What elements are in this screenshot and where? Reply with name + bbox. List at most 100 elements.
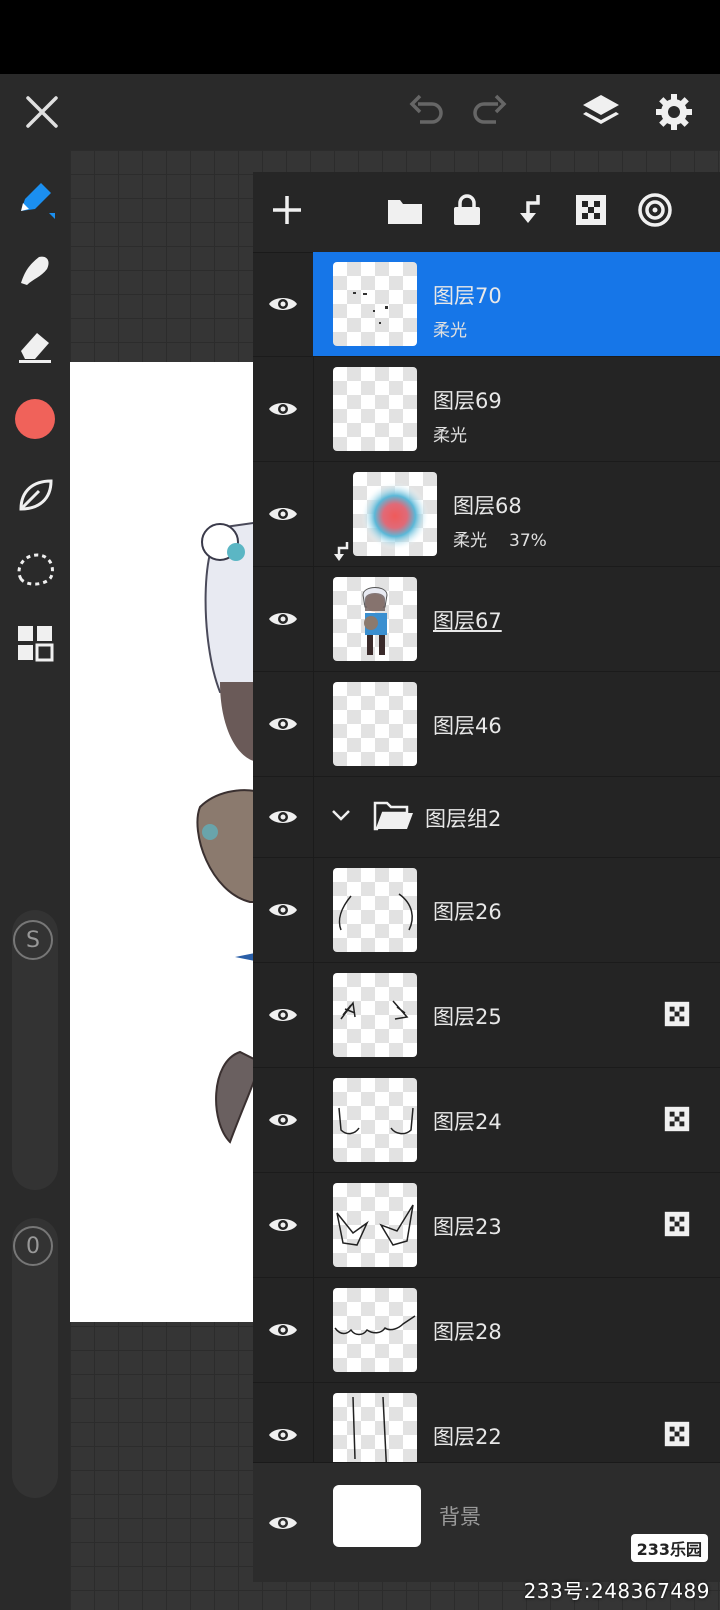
layer-row[interactable]: 图层70 柔光 xyxy=(253,252,720,357)
eye-icon xyxy=(269,508,297,520)
visibility-toggle[interactable] xyxy=(253,1463,313,1582)
layer-group-name: 图层组2 xyxy=(425,807,502,831)
visibility-toggle[interactable] xyxy=(253,1173,314,1277)
group-expand-toggle[interactable] xyxy=(329,803,353,831)
layer-content[interactable]: 图层组2 xyxy=(313,777,720,857)
reference-layer-button[interactable] xyxy=(633,188,677,232)
background-thumbnail xyxy=(333,1485,421,1547)
selection-tool[interactable] xyxy=(10,544,60,594)
eraser-tool[interactable] xyxy=(10,320,60,370)
lock-icon xyxy=(454,194,480,225)
brush-opacity-knob[interactable]: 0 xyxy=(13,1226,53,1266)
eye-icon xyxy=(269,1009,297,1021)
layers-icon xyxy=(583,95,619,124)
layer-content[interactable]: 图层67 xyxy=(313,567,720,671)
thumbnail-art xyxy=(340,1000,409,1020)
thumbnail-art xyxy=(338,1107,414,1135)
visibility-toggle[interactable] xyxy=(253,567,314,671)
layers-button[interactable] xyxy=(577,88,625,136)
undo-button[interactable] xyxy=(402,88,450,136)
lasso-icon xyxy=(17,553,54,586)
layer-row[interactable]: 图层26 xyxy=(253,858,720,963)
layer-content[interactable]: 图层69 柔光 xyxy=(313,357,720,461)
eraser-icon xyxy=(19,333,51,363)
alpha-lock-indicator xyxy=(664,1106,690,1136)
layer-thumbnail xyxy=(333,1183,417,1267)
brush-opacity-label: 0 xyxy=(26,1233,40,1259)
visibility-toggle[interactable] xyxy=(253,777,314,857)
visibility-toggle[interactable] xyxy=(253,672,314,776)
close-icon xyxy=(26,96,58,128)
thumbnail-art xyxy=(353,292,388,324)
adjust-tool[interactable] xyxy=(10,470,60,520)
layer-content[interactable]: 图层70 柔光 xyxy=(313,252,720,356)
brush-size-label: S xyxy=(26,927,40,953)
layer-name: 图层28 xyxy=(433,1320,502,1344)
layer-content[interactable]: 图层28 xyxy=(313,1278,720,1382)
layer-name: 图层46 xyxy=(433,714,502,738)
status-bar xyxy=(0,0,720,74)
alpha-lock-button[interactable] xyxy=(569,188,613,232)
thumbnail-art xyxy=(336,1204,414,1246)
background-layer-row[interactable]: 背景 xyxy=(253,1462,720,1582)
visibility-toggle[interactable] xyxy=(253,963,314,1067)
settings-button[interactable] xyxy=(650,88,698,136)
checkerboard-icon xyxy=(664,1106,690,1132)
eye-icon xyxy=(269,298,297,310)
add-group-button[interactable] xyxy=(383,188,427,232)
layer-row[interactable]: 图层46 xyxy=(253,672,720,777)
layer-content[interactable]: 图层68 柔光 37% xyxy=(313,462,720,566)
canvas-paper[interactable] xyxy=(70,362,260,1322)
layer-row[interactable]: 图层69 柔光 xyxy=(253,357,720,462)
layer-row[interactable]: 图层23 xyxy=(253,1173,720,1278)
clip-layer-button[interactable] xyxy=(507,188,551,232)
gallery-tool[interactable] xyxy=(10,618,60,668)
checkerboard-icon xyxy=(576,195,606,225)
visibility-toggle[interactable] xyxy=(253,357,314,461)
lock-layer-button[interactable] xyxy=(445,188,489,232)
checkerboard-icon xyxy=(664,1211,690,1237)
visibility-toggle[interactable] xyxy=(253,858,314,962)
layer-blend-mode: 柔光 37% xyxy=(453,526,547,551)
folder-icon xyxy=(388,200,422,224)
layer-content[interactable]: 图层23 xyxy=(313,1173,720,1277)
brush-tool[interactable] xyxy=(10,174,60,224)
target-icon xyxy=(638,193,672,227)
layer-row[interactable]: 图层25 xyxy=(253,963,720,1068)
layer-content[interactable]: 图层26 xyxy=(313,858,720,962)
visibility-toggle[interactable] xyxy=(253,1068,314,1172)
add-layer-button[interactable] xyxy=(265,188,309,232)
layer-name: 图层25 xyxy=(433,1005,502,1029)
visibility-toggle[interactable] xyxy=(253,462,314,566)
layer-name: 图层22 xyxy=(433,1425,502,1449)
layer-thumbnail xyxy=(333,577,417,661)
group-folder xyxy=(373,797,415,837)
layers-panel-toolbar xyxy=(253,172,720,253)
layer-content[interactable]: 图层25 xyxy=(313,963,720,1067)
eye-icon xyxy=(269,904,297,916)
layer-thumbnail xyxy=(333,1288,417,1372)
layer-name: 图层67 xyxy=(433,609,502,633)
visibility-toggle[interactable] xyxy=(253,1278,314,1382)
eye-icon xyxy=(269,613,297,625)
brush-size-knob[interactable]: S xyxy=(13,920,53,960)
layer-row[interactable]: 图层68 柔光 37% xyxy=(253,462,720,567)
eye-icon xyxy=(269,718,297,730)
layer-content[interactable]: 图层24 xyxy=(313,1068,720,1172)
layer-row[interactable]: 图层28 xyxy=(253,1278,720,1383)
redo-button[interactable] xyxy=(466,88,514,136)
eye-icon xyxy=(269,811,297,823)
layer-group-row[interactable]: 图层组2 xyxy=(253,777,720,858)
visibility-toggle[interactable] xyxy=(253,252,314,356)
color-picker-button[interactable] xyxy=(10,394,60,444)
close-button[interactable] xyxy=(18,88,66,136)
layer-row[interactable]: 图层67 xyxy=(253,567,720,672)
layers-panel: 图层70 柔光 图层69 柔光 图层68 柔光 37% 图层67 图层46 图层… xyxy=(253,172,720,1582)
layer-content[interactable]: 图层46 xyxy=(313,672,720,776)
top-bar xyxy=(0,74,720,150)
layer-name: 图层26 xyxy=(433,900,502,924)
smudge-tool[interactable] xyxy=(10,246,60,296)
layer-row[interactable]: 图层24 xyxy=(253,1068,720,1173)
chevron-down-icon xyxy=(332,810,350,821)
blend-mode-text: 柔光 xyxy=(453,531,487,551)
